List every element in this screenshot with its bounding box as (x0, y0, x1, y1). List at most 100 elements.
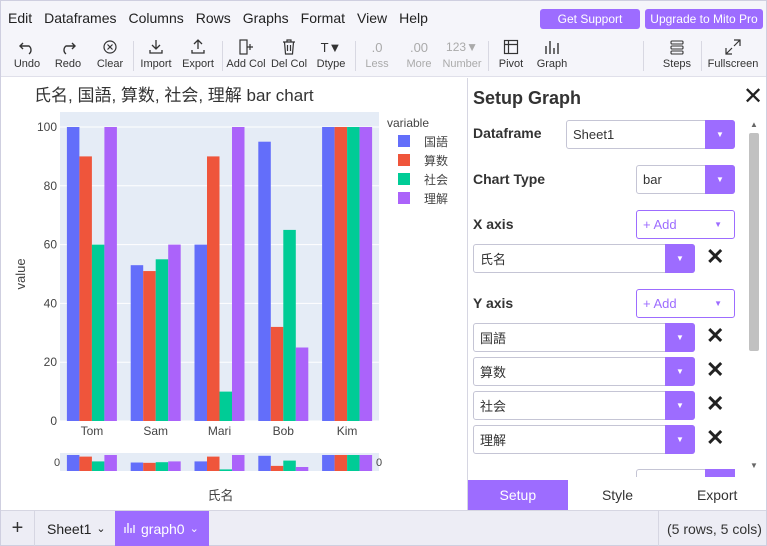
get-support-button[interactable]: Get Support (540, 9, 640, 29)
mito-app: Edit Dataframes Columns Rows Graphs Form… (0, 0, 767, 546)
add-col-label: Add Col (226, 58, 266, 70)
bar[interactable] (79, 156, 92, 421)
range-slider-bar (295, 467, 309, 471)
y-axis-column-value: 社会 (480, 399, 507, 414)
more-label: More (406, 58, 432, 70)
redo-button[interactable]: Redo (46, 37, 90, 75)
steps-button[interactable]: Steps (655, 37, 699, 75)
range-slider-bar (143, 462, 156, 471)
upgrade-button[interactable]: Upgrade to Mito Pro (645, 9, 763, 29)
menu-help[interactable]: Help (393, 10, 434, 26)
menu-columns[interactable]: Columns (122, 10, 189, 26)
y-tick-label: 0 (50, 414, 57, 428)
bar[interactable] (219, 391, 233, 421)
bar[interactable] (334, 127, 348, 421)
x-tick-label: Mari (208, 424, 231, 438)
menu-view[interactable]: View (351, 10, 393, 26)
bar[interactable] (143, 271, 156, 421)
sheet-tab-sheet1[interactable]: Sheet1 ⌄ (39, 511, 114, 546)
x-axis-add-button[interactable]: + Add ▼ (636, 210, 735, 239)
legend-title: variable (387, 116, 429, 130)
menu-format[interactable]: Format (295, 10, 351, 26)
y-axis-column-select[interactable]: 国語 ▼ (473, 323, 695, 352)
remove-y-axis-button[interactable]: ✕ (706, 393, 724, 415)
number-format-button[interactable]: 123▼ Number (440, 37, 484, 75)
clear-button[interactable]: Clear (88, 37, 132, 75)
bar[interactable] (359, 127, 373, 421)
y-axis-add-button[interactable]: + Add ▼ (636, 289, 735, 318)
tab-setup[interactable]: Setup (468, 480, 568, 510)
chevron-down-icon: ▼ (705, 120, 735, 149)
fullscreen-button[interactable]: Fullscreen (708, 37, 758, 75)
pivot-button[interactable]: Pivot (489, 37, 533, 75)
tab-style[interactable]: Style (568, 480, 668, 510)
dtype-button[interactable]: T▼ Dtype (309, 37, 353, 75)
scroll-up-icon[interactable]: ▲ (750, 120, 758, 129)
range-slider-bar (207, 456, 220, 471)
pivot-label: Pivot (498, 58, 524, 70)
clear-label: Clear (96, 58, 124, 70)
toolbar-divider (222, 41, 223, 71)
remove-y-axis-button[interactable]: ✕ (706, 325, 724, 347)
y-axis-column-select[interactable]: 社会 ▼ (473, 391, 695, 420)
chevron-down-icon: ▼ (665, 323, 695, 352)
dataframe-select[interactable]: Sheet1 ▼ (566, 120, 735, 149)
legend-label: 算数 (424, 153, 448, 168)
bar[interactable] (130, 265, 144, 421)
bar[interactable] (168, 244, 181, 421)
toolbar-divider (701, 41, 702, 71)
add-sheet-button[interactable]: + (1, 511, 35, 546)
bar-chart-icon (544, 37, 560, 57)
less-decimal-button[interactable]: .0 Less (355, 37, 399, 75)
legend: 国語算数社会理解 (398, 134, 448, 206)
range-slider-bar (283, 460, 296, 471)
bar[interactable] (258, 141, 271, 421)
redo-icon (59, 37, 77, 57)
bar[interactable] (91, 244, 105, 421)
menu-dataframes[interactable]: Dataframes (38, 10, 122, 26)
graph-button[interactable]: Graph (530, 37, 574, 75)
bar[interactable] (347, 127, 360, 421)
bar[interactable] (155, 259, 169, 421)
menu-rows[interactable]: Rows (190, 10, 237, 26)
bar[interactable] (322, 127, 335, 421)
y-axis-column-select[interactable]: 理解 ▼ (473, 425, 695, 454)
chart-type-label: Chart Type (473, 171, 546, 187)
tab-export[interactable]: Export (667, 480, 767, 510)
bar[interactable] (66, 127, 80, 421)
y-axis-column-select[interactable]: 算数 ▼ (473, 357, 695, 386)
bar[interactable] (295, 347, 309, 422)
remove-x-axis-button[interactable]: ✕ (706, 246, 724, 268)
bar[interactable] (194, 244, 208, 421)
close-icon[interactable]: ✕ (743, 85, 763, 109)
menu-edit[interactable]: Edit (1, 10, 38, 26)
y-tick-label: 100 (37, 120, 57, 134)
range-slider-bar (104, 455, 117, 471)
more-decimal-button[interactable]: .00 More (397, 37, 441, 75)
range-slider-bar (91, 461, 105, 471)
add-col-button[interactable]: Add Col (224, 37, 268, 75)
graph-tab-graph0[interactable]: graph0 ⌄ (115, 511, 209, 546)
scroll-down-icon[interactable]: ▼ (750, 461, 758, 470)
remove-y-axis-button[interactable]: ✕ (706, 427, 724, 449)
bar-chart[interactable]: 0 20 40 60 80 100 Tom Sam Mari Bob Kim value 氏名 v… (1, 78, 466, 510)
legend-label: 理解 (424, 192, 448, 206)
bar[interactable] (104, 127, 117, 421)
x-axis-label: X axis (473, 216, 514, 232)
remove-y-axis-button[interactable]: ✕ (706, 359, 724, 381)
menu-graphs[interactable]: Graphs (237, 10, 295, 26)
undo-button[interactable]: Undo (5, 37, 49, 75)
clear-icon (102, 37, 118, 57)
del-col-button[interactable]: Del Col (267, 37, 311, 75)
range-slider-bar (270, 465, 284, 471)
scrollbar-thumb[interactable] (749, 133, 759, 351)
setup-graph-panel: Setup Graph ✕ Dataframe Sheet1 ▼ Chart T… (467, 78, 766, 510)
export-button[interactable]: Export (176, 37, 220, 75)
bar[interactable] (270, 326, 284, 421)
bar[interactable] (207, 156, 220, 421)
chart-type-select[interactable]: bar ▼ (636, 165, 735, 194)
import-button[interactable]: Import (134, 37, 178, 75)
x-axis-column-select[interactable]: 氏名 ▼ (473, 244, 695, 273)
bar[interactable] (283, 229, 296, 421)
bar[interactable] (232, 127, 245, 421)
